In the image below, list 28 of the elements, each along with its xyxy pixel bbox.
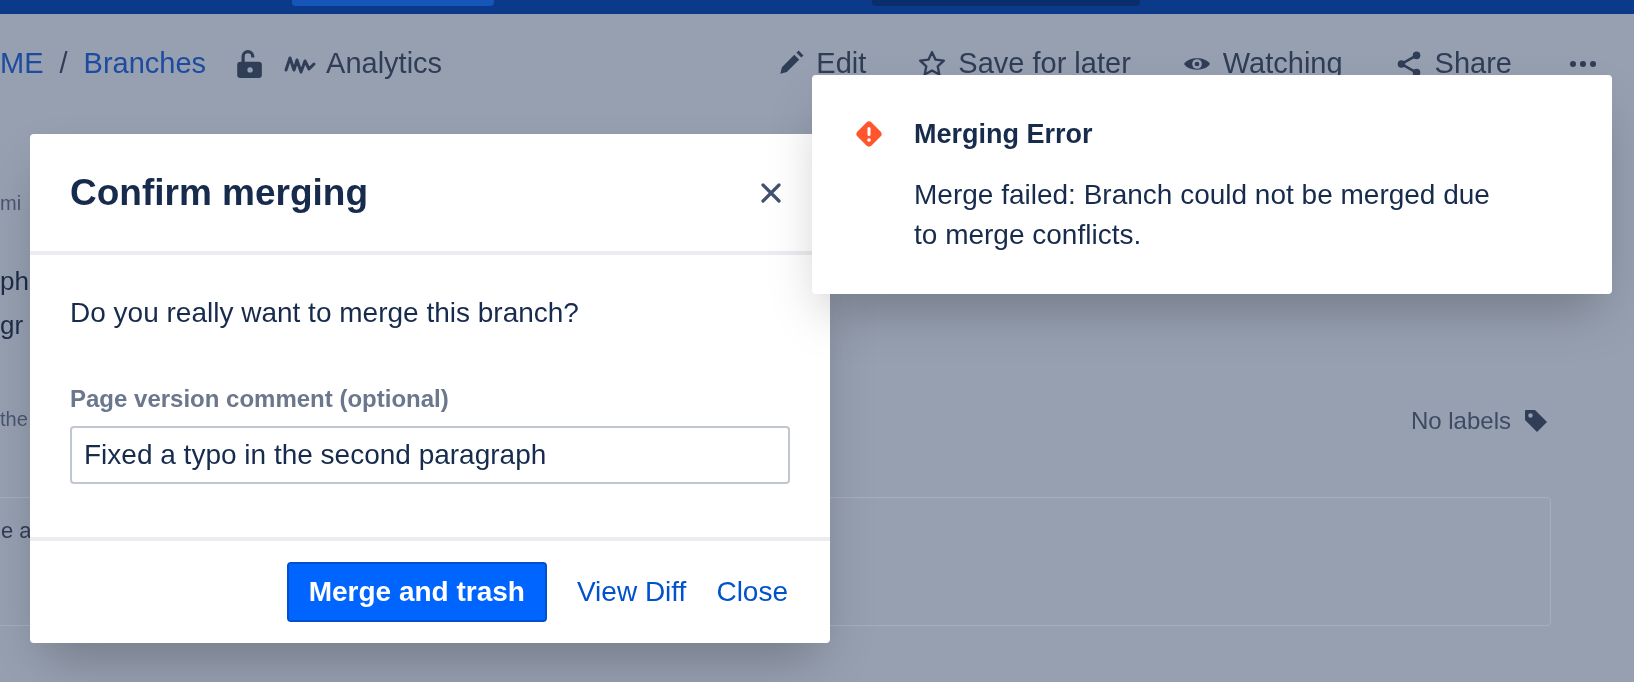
breadcrumb-link[interactable]: ME — [0, 42, 44, 86]
toolbar-button[interactable]: Save for later — [918, 42, 1131, 86]
labels-text: No labels — [1410, 406, 1511, 436]
toolbar-button[interactable]: Edit — [776, 42, 867, 86]
toolbar-button[interactable]: Share — [1394, 42, 1512, 86]
link-button[interactable]: View Diff — [576, 571, 687, 613]
close-icon[interactable] — [760, 181, 782, 204]
padlock-icon[interactable] — [236, 49, 263, 79]
tag-icon[interactable] — [1523, 408, 1549, 434]
breadcrumb-separator: / — [59, 46, 68, 82]
field-label: Page version comment (optional) — [70, 384, 450, 414]
link-button[interactable]: Close — [716, 571, 788, 613]
toast-message: Merge failed: Branch could not be merged due to merge conflicts. — [914, 178, 1491, 252]
more-icon[interactable] — [1570, 61, 1596, 67]
comment-input[interactable]: Fixed a typo in the second paragraph — [70, 426, 790, 484]
analytics-link[interactable]: Analytics — [326, 42, 443, 86]
star-icon — [918, 50, 947, 78]
body-text: ph — [0, 266, 29, 296]
dialog-message: Do you really want to merge this branch? — [70, 296, 580, 330]
comment-placeholder: e a — [1, 517, 32, 545]
search-field[interactable] — [872, 0, 1140, 6]
body-text: gr — [0, 310, 24, 340]
breadcrumb-link[interactable]: Branches — [83, 42, 207, 86]
meta-text: the — [0, 407, 28, 432]
dialog-title: Confirm merging — [70, 170, 369, 215]
toast-title: Merging Error — [914, 118, 1094, 151]
merge-button[interactable]: Merge and trash — [286, 562, 547, 622]
meta-text: mi — [0, 191, 22, 216]
